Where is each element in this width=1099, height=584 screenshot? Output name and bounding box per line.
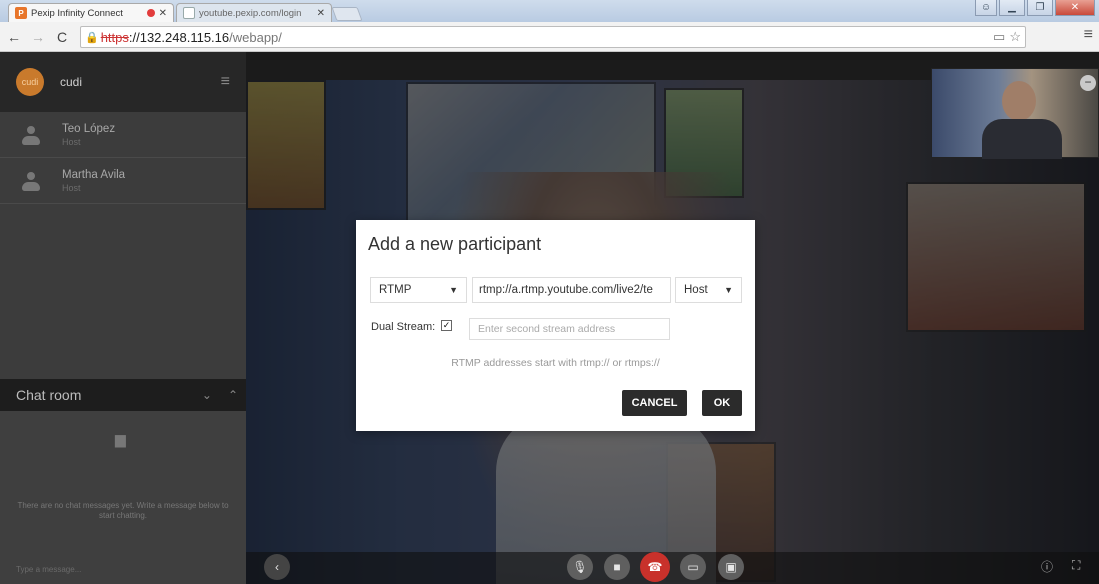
close-tab-icon[interactable]: ✕ (159, 8, 167, 19)
pexip-icon: P (15, 7, 27, 19)
participant-row[interactable]: Teo López Host (0, 112, 246, 158)
close-window-icon[interactable]: ✕ (1055, 0, 1095, 16)
page-icon (183, 7, 195, 19)
cancel-button[interactable]: CANCEL (622, 390, 687, 416)
info-icon[interactable]: ⓘ (1041, 558, 1053, 575)
chat-input[interactable]: Type a message... (16, 565, 81, 574)
presentation-icon[interactable]: ▣ (718, 554, 744, 580)
participant-name: Martha Avila (62, 168, 126, 181)
sidebar: cudi cudi ≡ Teo López Host Martha Avila … (0, 52, 246, 584)
call-controls-bar (246, 552, 1099, 584)
new-tab-button[interactable] (331, 7, 363, 21)
browser-toolbar: ← → C 🔒 https ://132.248.115.16 /webapp/… (0, 22, 1099, 52)
insecure-lock-icon: 🔒 (85, 31, 99, 44)
ok-button[interactable]: OK (702, 390, 742, 416)
reload-icon[interactable]: C (52, 26, 72, 48)
microphone-icon[interactable]: 🎙 (567, 554, 593, 580)
participant-address-input[interactable]: rtmp://a.rtmp.youtube.com/live2/te (472, 277, 671, 303)
user-icon[interactable]: ☺ (975, 0, 997, 16)
role-value: Host (684, 284, 708, 296)
camera-icon[interactable]: ■ (604, 554, 630, 580)
dialog-title: Add a new participant (368, 234, 542, 254)
window-controls: ☺ ▁ ❐ ✕ (975, 0, 1095, 16)
chat-body: ▆ There are no chat messages yet. Write … (0, 411, 246, 584)
rtmp-hint: RTMP addresses start with rtmp:// or rtm… (451, 357, 660, 369)
person-icon (20, 124, 42, 146)
url-scheme: https (100, 29, 129, 45)
my-name: cudi (60, 75, 83, 89)
bookmark-star-icon[interactable]: ☆ (1009, 29, 1021, 45)
chat-title: Chat room (16, 387, 82, 403)
minimize-icon[interactable]: ▁ (999, 0, 1025, 16)
restore-icon[interactable]: ❐ (1027, 0, 1053, 16)
chevron-left-icon[interactable]: ‹ (264, 554, 290, 580)
participant-name: Teo López (62, 122, 116, 135)
participant-role: Host (62, 136, 81, 147)
protocol-value: RTMP (379, 284, 412, 296)
protocol-select[interactable]: RTMP ▼ (370, 277, 467, 303)
participant-role: Host (62, 182, 81, 193)
dropdown-caret-icon: ▼ (724, 285, 733, 295)
url-path: /webapp/ (229, 29, 282, 45)
dropdown-caret-icon: ▼ (449, 285, 458, 295)
avatar[interactable]: cudi (16, 68, 44, 96)
recording-icon (146, 9, 155, 17)
browser-tab-strip: P Pexip Infinity Connect ✕ youtube.pexip… (0, 0, 1099, 22)
minimize-self-view-icon[interactable]: − (1080, 75, 1096, 91)
second-stream-input[interactable]: Enter second stream address (469, 318, 670, 340)
tab-title: youtube.pexip.com/login (199, 7, 302, 19)
hang-up-icon[interactable]: ☎ (640, 552, 670, 582)
dual-stream-label: Dual Stream: (371, 321, 436, 333)
forward-icon[interactable]: → (28, 26, 48, 48)
screen-share-icon[interactable]: ▭ (680, 554, 706, 580)
cast-icon[interactable]: ▭ (993, 29, 1005, 45)
hamburger-menu-icon[interactable]: ≡ (221, 73, 230, 91)
tab-title: Pexip Infinity Connect (31, 7, 123, 19)
participant-row[interactable]: Martha Avila Host (0, 158, 246, 204)
close-tab-icon[interactable]: ✕ (317, 8, 325, 19)
chat-empty-message: There are no chat messages yet. Write a … (17, 501, 229, 520)
add-participant-dialog: Add a new participant RTMP ▼ rtmp://a.rt… (356, 220, 755, 431)
chat-header: Chat room ⌄ ⌃ (0, 379, 246, 411)
chat-bubble-icon: ▆ (115, 431, 126, 447)
tab-pexip[interactable]: P Pexip Infinity Connect ✕ (8, 3, 174, 22)
role-select[interactable]: Host ▼ (675, 277, 742, 303)
back-icon[interactable]: ← (4, 26, 24, 48)
self-view-video[interactable]: − (931, 68, 1099, 159)
address-bar[interactable]: 🔒 https ://132.248.115.16 /webapp/ ▭ ☆ (80, 26, 1026, 48)
url-host: ://132.248.115.16 (128, 29, 230, 45)
tab-youtube[interactable]: youtube.pexip.com/login ✕ (176, 3, 332, 22)
chevron-down-icon[interactable]: ⌄ (202, 388, 212, 402)
dual-stream-checkbox[interactable]: ✓ (441, 320, 452, 331)
browser-menu-icon[interactable]: ≡ (1084, 26, 1093, 44)
fullscreen-icon[interactable]: ⛶ (1072, 558, 1080, 573)
sidebar-header: cudi cudi ≡ (0, 52, 246, 112)
chevron-up-icon[interactable]: ⌃ (228, 388, 238, 402)
person-icon (20, 170, 42, 192)
